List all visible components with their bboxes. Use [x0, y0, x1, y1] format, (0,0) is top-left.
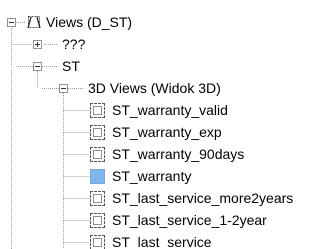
- view-item-st-last-service[interactable]: ST_last_service: [112, 231, 212, 249]
- view-item-icon: [90, 147, 105, 162]
- expand-toggle-unknown[interactable]: [33, 40, 42, 49]
- tree-node-label-unknown[interactable]: ???: [62, 33, 85, 55]
- view-item-st-last-service-1-2year[interactable]: ST_last_service_1-2year: [112, 209, 267, 231]
- view-item-icon: [90, 191, 105, 206]
- collapse-toggle-st[interactable]: [33, 62, 42, 71]
- tree-node-label-st[interactable]: ST: [62, 55, 80, 77]
- collapse-toggle-views-root[interactable]: [7, 18, 16, 27]
- view-item-icon: [90, 125, 105, 140]
- tree-node-label-views-root[interactable]: Views (D_ST): [46, 11, 132, 33]
- tree-node-label-3d-views[interactable]: 3D Views (Widok 3D): [88, 77, 221, 99]
- view-item-st-warranty-valid[interactable]: ST_warranty_valid: [112, 99, 228, 121]
- view-item-icon: [90, 213, 105, 228]
- view-item-st-warranty[interactable]: ST_warranty: [112, 165, 191, 187]
- view-item-st-warranty-exp[interactable]: ST_warranty_exp: [112, 121, 222, 143]
- collapse-toggle-3d-views[interactable]: [59, 84, 68, 93]
- view-item-icon: [90, 103, 105, 118]
- view-item-st-warranty-90days[interactable]: ST_warranty_90days: [112, 143, 244, 165]
- active-view-icon: [90, 169, 105, 184]
- view-item-icon: [90, 235, 105, 249]
- views-root-icon: [27, 16, 41, 29]
- project-browser-tree: Views (D_ST) ??? ST 3D Views (Widok 3D) …: [0, 0, 310, 249]
- view-item-st-last-service-more2years[interactable]: ST_last_service_more2years: [112, 187, 293, 209]
